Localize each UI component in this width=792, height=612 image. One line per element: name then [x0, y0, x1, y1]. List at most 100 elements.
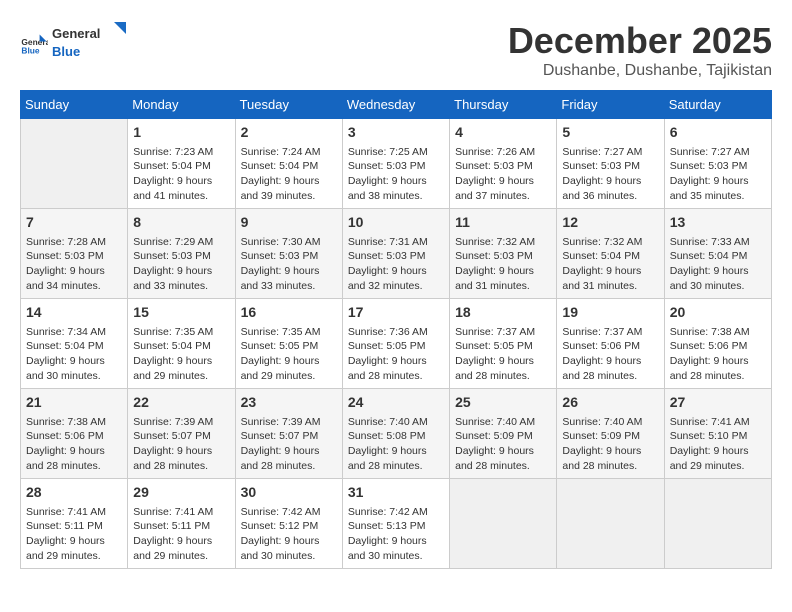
cell-info: Sunrise: 7:40 AM Sunset: 5:08 PM Dayligh… [348, 415, 444, 474]
calendar-cell: 3Sunrise: 7:25 AM Sunset: 5:03 PM Daylig… [342, 119, 449, 209]
day-number: 14 [26, 303, 122, 323]
day-header-saturday: Saturday [664, 91, 771, 119]
day-number: 29 [133, 483, 229, 503]
cell-info: Sunrise: 7:34 AM Sunset: 5:04 PM Dayligh… [26, 325, 122, 384]
calendar-cell: 4Sunrise: 7:26 AM Sunset: 5:03 PM Daylig… [450, 119, 557, 209]
cell-info: Sunrise: 7:27 AM Sunset: 5:03 PM Dayligh… [670, 145, 766, 204]
day-number: 17 [348, 303, 444, 323]
page-header: General Blue General Blue December 2025 … [20, 20, 772, 80]
day-number: 13 [670, 213, 766, 233]
title-section: December 2025 Dushanbe, Dushanbe, Tajiki… [508, 20, 772, 80]
calendar-cell: 27Sunrise: 7:41 AM Sunset: 5:10 PM Dayli… [664, 389, 771, 479]
logo: General Blue General Blue [20, 20, 132, 70]
calendar-cell: 11Sunrise: 7:32 AM Sunset: 5:03 PM Dayli… [450, 209, 557, 299]
calendar-cell: 26Sunrise: 7:40 AM Sunset: 5:09 PM Dayli… [557, 389, 664, 479]
calendar-cell: 16Sunrise: 7:35 AM Sunset: 5:05 PM Dayli… [235, 299, 342, 389]
day-number: 28 [26, 483, 122, 503]
calendar-cell: 21Sunrise: 7:38 AM Sunset: 5:06 PM Dayli… [21, 389, 128, 479]
calendar-cell [664, 479, 771, 569]
day-number: 21 [26, 393, 122, 413]
calendar-cell: 12Sunrise: 7:32 AM Sunset: 5:04 PM Dayli… [557, 209, 664, 299]
calendar-cell: 29Sunrise: 7:41 AM Sunset: 5:11 PM Dayli… [128, 479, 235, 569]
day-number: 19 [562, 303, 658, 323]
cell-info: Sunrise: 7:26 AM Sunset: 5:03 PM Dayligh… [455, 145, 551, 204]
day-number: 16 [241, 303, 337, 323]
calendar-cell: 25Sunrise: 7:40 AM Sunset: 5:09 PM Dayli… [450, 389, 557, 479]
calendar-week-5: 28Sunrise: 7:41 AM Sunset: 5:11 PM Dayli… [21, 479, 772, 569]
cell-info: Sunrise: 7:41 AM Sunset: 5:11 PM Dayligh… [133, 505, 229, 564]
day-header-friday: Friday [557, 91, 664, 119]
cell-info: Sunrise: 7:42 AM Sunset: 5:13 PM Dayligh… [348, 505, 444, 564]
cell-info: Sunrise: 7:30 AM Sunset: 5:03 PM Dayligh… [241, 235, 337, 294]
day-number: 8 [133, 213, 229, 233]
day-header-sunday: Sunday [21, 91, 128, 119]
day-header-wednesday: Wednesday [342, 91, 449, 119]
calendar-cell: 8Sunrise: 7:29 AM Sunset: 5:03 PM Daylig… [128, 209, 235, 299]
day-number: 1 [133, 123, 229, 143]
day-number: 10 [348, 213, 444, 233]
calendar-week-2: 7Sunrise: 7:28 AM Sunset: 5:03 PM Daylig… [21, 209, 772, 299]
day-number: 24 [348, 393, 444, 413]
calendar-cell: 10Sunrise: 7:31 AM Sunset: 5:03 PM Dayli… [342, 209, 449, 299]
cell-info: Sunrise: 7:36 AM Sunset: 5:05 PM Dayligh… [348, 325, 444, 384]
cell-info: Sunrise: 7:31 AM Sunset: 5:03 PM Dayligh… [348, 235, 444, 294]
calendar-cell: 22Sunrise: 7:39 AM Sunset: 5:07 PM Dayli… [128, 389, 235, 479]
svg-text:Blue: Blue [52, 44, 80, 59]
day-number: 26 [562, 393, 658, 413]
cell-info: Sunrise: 7:37 AM Sunset: 5:06 PM Dayligh… [562, 325, 658, 384]
calendar-cell: 28Sunrise: 7:41 AM Sunset: 5:11 PM Dayli… [21, 479, 128, 569]
day-number: 3 [348, 123, 444, 143]
cell-info: Sunrise: 7:38 AM Sunset: 5:06 PM Dayligh… [670, 325, 766, 384]
day-number: 15 [133, 303, 229, 323]
day-number: 4 [455, 123, 551, 143]
cell-info: Sunrise: 7:32 AM Sunset: 5:04 PM Dayligh… [562, 235, 658, 294]
calendar-cell: 1Sunrise: 7:23 AM Sunset: 5:04 PM Daylig… [128, 119, 235, 209]
cell-info: Sunrise: 7:41 AM Sunset: 5:11 PM Dayligh… [26, 505, 122, 564]
day-number: 27 [670, 393, 766, 413]
cell-info: Sunrise: 7:35 AM Sunset: 5:05 PM Dayligh… [241, 325, 337, 384]
calendar-cell: 13Sunrise: 7:33 AM Sunset: 5:04 PM Dayli… [664, 209, 771, 299]
cell-info: Sunrise: 7:29 AM Sunset: 5:03 PM Dayligh… [133, 235, 229, 294]
day-header-tuesday: Tuesday [235, 91, 342, 119]
svg-text:Blue: Blue [21, 45, 39, 55]
calendar-cell: 24Sunrise: 7:40 AM Sunset: 5:08 PM Dayli… [342, 389, 449, 479]
day-number: 12 [562, 213, 658, 233]
day-number: 6 [670, 123, 766, 143]
calendar-cell: 7Sunrise: 7:28 AM Sunset: 5:03 PM Daylig… [21, 209, 128, 299]
day-number: 5 [562, 123, 658, 143]
cell-info: Sunrise: 7:25 AM Sunset: 5:03 PM Dayligh… [348, 145, 444, 204]
calendar-week-4: 21Sunrise: 7:38 AM Sunset: 5:06 PM Dayli… [21, 389, 772, 479]
day-number: 31 [348, 483, 444, 503]
calendar-cell: 6Sunrise: 7:27 AM Sunset: 5:03 PM Daylig… [664, 119, 771, 209]
month-title: December 2025 [508, 20, 772, 62]
day-number: 9 [241, 213, 337, 233]
day-number: 11 [455, 213, 551, 233]
calendar-cell: 9Sunrise: 7:30 AM Sunset: 5:03 PM Daylig… [235, 209, 342, 299]
cell-info: Sunrise: 7:41 AM Sunset: 5:10 PM Dayligh… [670, 415, 766, 474]
calendar-header-row: SundayMondayTuesdayWednesdayThursdayFrid… [21, 91, 772, 119]
calendar-cell: 20Sunrise: 7:38 AM Sunset: 5:06 PM Dayli… [664, 299, 771, 389]
cell-info: Sunrise: 7:39 AM Sunset: 5:07 PM Dayligh… [241, 415, 337, 474]
calendar-cell: 17Sunrise: 7:36 AM Sunset: 5:05 PM Dayli… [342, 299, 449, 389]
cell-info: Sunrise: 7:39 AM Sunset: 5:07 PM Dayligh… [133, 415, 229, 474]
cell-info: Sunrise: 7:28 AM Sunset: 5:03 PM Dayligh… [26, 235, 122, 294]
calendar-cell: 2Sunrise: 7:24 AM Sunset: 5:04 PM Daylig… [235, 119, 342, 209]
day-number: 25 [455, 393, 551, 413]
day-number: 2 [241, 123, 337, 143]
day-header-monday: Monday [128, 91, 235, 119]
cell-info: Sunrise: 7:37 AM Sunset: 5:05 PM Dayligh… [455, 325, 551, 384]
calendar-cell [21, 119, 128, 209]
cell-info: Sunrise: 7:35 AM Sunset: 5:04 PM Dayligh… [133, 325, 229, 384]
calendar-table: SundayMondayTuesdayWednesdayThursdayFrid… [20, 90, 772, 569]
cell-info: Sunrise: 7:27 AM Sunset: 5:03 PM Dayligh… [562, 145, 658, 204]
cell-info: Sunrise: 7:23 AM Sunset: 5:04 PM Dayligh… [133, 145, 229, 204]
calendar-cell: 14Sunrise: 7:34 AM Sunset: 5:04 PM Dayli… [21, 299, 128, 389]
calendar-cell: 19Sunrise: 7:37 AM Sunset: 5:06 PM Dayli… [557, 299, 664, 389]
cell-info: Sunrise: 7:33 AM Sunset: 5:04 PM Dayligh… [670, 235, 766, 294]
calendar-cell: 31Sunrise: 7:42 AM Sunset: 5:13 PM Dayli… [342, 479, 449, 569]
calendar-cell: 15Sunrise: 7:35 AM Sunset: 5:04 PM Dayli… [128, 299, 235, 389]
cell-info: Sunrise: 7:40 AM Sunset: 5:09 PM Dayligh… [455, 415, 551, 474]
svg-text:General: General [52, 26, 100, 41]
day-number: 23 [241, 393, 337, 413]
day-number: 18 [455, 303, 551, 323]
